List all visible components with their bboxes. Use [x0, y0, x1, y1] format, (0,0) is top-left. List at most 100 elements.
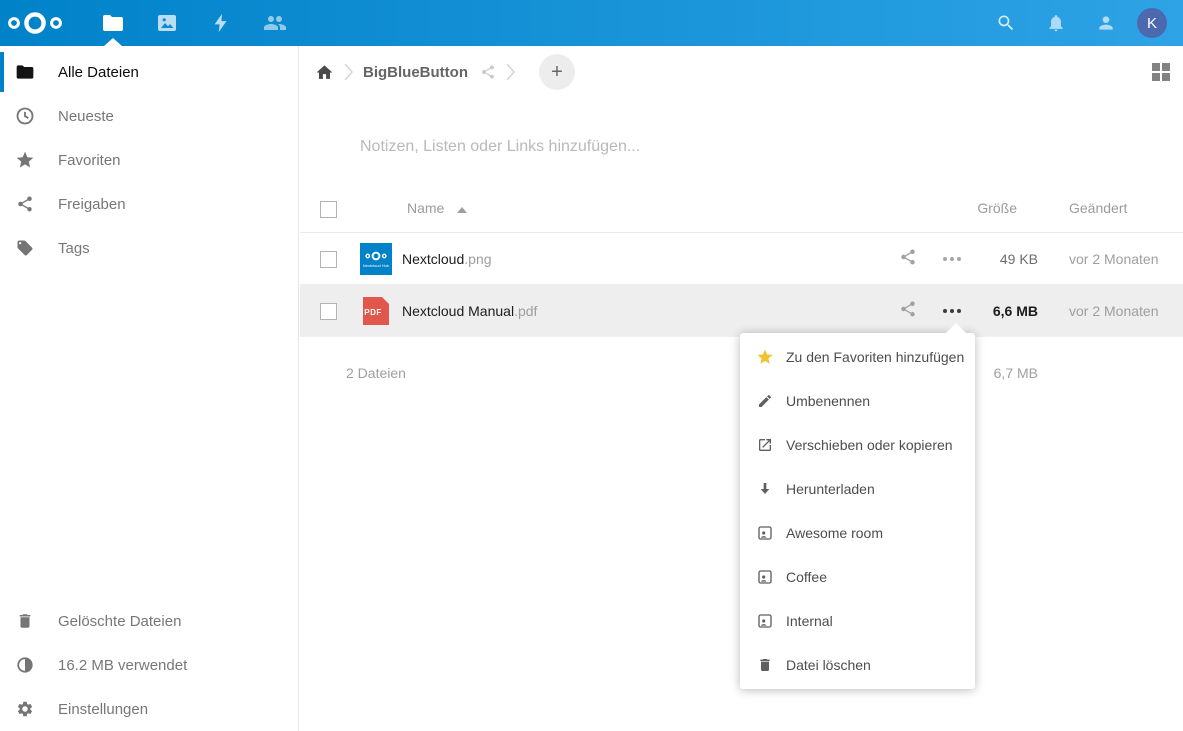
photos-icon	[155, 11, 179, 35]
pencil-icon	[756, 392, 774, 410]
file-row-nextcloud-manual-pdf[interactable]: PDF Nextcloud Manual.pdf 6,6 MB vor 2 Mo…	[300, 285, 1183, 337]
chevron-right-icon	[506, 62, 515, 82]
share-icon[interactable]	[480, 64, 496, 80]
column-header-modified[interactable]: Geändert	[1069, 200, 1127, 216]
share-icon[interactable]	[899, 248, 917, 266]
file-modified: vor 2 Monaten	[1069, 303, 1159, 319]
sidebar-item-label: Tags	[58, 240, 90, 257]
person-icon	[1096, 13, 1116, 33]
bell-icon	[1046, 13, 1066, 33]
menu-item-label: Awesome room	[786, 525, 883, 541]
app-navigation	[86, 0, 302, 46]
column-header-name[interactable]: Name	[407, 200, 444, 216]
sidebar-item-all-files[interactable]: Alle Dateien	[0, 50, 298, 94]
sidebar-item-tags[interactable]: Tags	[0, 226, 298, 270]
menu-item-label: Internal	[786, 613, 833, 629]
row-checkbox[interactable]	[320, 251, 337, 268]
home-icon[interactable]	[315, 63, 334, 82]
column-header-size[interactable]: Größe	[937, 200, 1017, 216]
download-icon	[756, 480, 774, 498]
user-avatar[interactable]: K	[1137, 8, 1167, 38]
grid-view-toggle[interactable]	[1152, 63, 1170, 81]
file-name[interactable]: Nextcloud Manual.pdf	[402, 303, 537, 319]
plus-icon: +	[551, 61, 563, 84]
avatar-initial: K	[1147, 15, 1157, 32]
room-icon	[756, 612, 774, 630]
thumb-caption: Nextcloud Hub	[363, 263, 389, 268]
sidebar-item-favorites[interactable]: Favoriten	[0, 138, 298, 182]
menu-item-coffee-room[interactable]: Coffee	[740, 555, 975, 599]
files-content: BigBlueButton + Name Größe Geändert	[300, 46, 1183, 731]
app-photos[interactable]	[140, 0, 194, 46]
file-row-nextcloud-png[interactable]: Nextcloud Hub Nextcloud.png 49 KB vor 2 …	[300, 233, 1183, 285]
folder-icon	[101, 11, 125, 35]
star-icon	[756, 348, 774, 366]
sidebar-item-deleted-files[interactable]: Gelöschte Dateien	[0, 599, 299, 643]
room-icon	[756, 524, 774, 542]
move-icon	[756, 436, 774, 454]
active-app-notch	[104, 38, 122, 46]
sidebar-item-label: Neueste	[58, 108, 114, 125]
chevron-right-icon	[344, 62, 353, 82]
workspace-notes-input[interactable]	[346, 130, 854, 164]
row-checkbox[interactable]	[320, 303, 337, 320]
menu-item-rename[interactable]: Umbenennen	[740, 379, 975, 423]
topbar-right: K	[981, 0, 1183, 46]
sidebar-item-label: Freigaben	[58, 196, 126, 213]
breadcrumb-current-folder[interactable]: BigBlueButton	[363, 64, 468, 81]
app-files[interactable]	[86, 0, 140, 46]
clock-icon	[14, 105, 36, 127]
rich-workspace	[346, 130, 846, 164]
trash-icon	[14, 610, 36, 632]
sidebar-item-label: Alle Dateien	[58, 64, 139, 81]
grid-icon	[1152, 63, 1170, 81]
folder-icon	[14, 61, 36, 83]
menu-caret	[946, 323, 966, 333]
new-file-button[interactable]: +	[539, 54, 575, 90]
app-activity[interactable]	[194, 0, 248, 46]
menu-item-move-or-copy[interactable]: Verschieben oder kopieren	[740, 423, 975, 467]
sidebar-item-label: Einstellungen	[58, 701, 148, 718]
menu-item-download[interactable]: Herunterladen	[740, 467, 975, 511]
menu-item-awesome-room[interactable]: Awesome room	[740, 511, 975, 555]
sidebar-item-quota[interactable]: 16.2 MB verwendet	[0, 643, 299, 687]
share-icon	[14, 193, 36, 215]
share-icon[interactable]	[899, 300, 917, 318]
app-contacts[interactable]	[248, 0, 302, 46]
file-modified: vor 2 Monaten	[1069, 251, 1159, 267]
file-thumbnail-png: Nextcloud Hub	[360, 243, 392, 275]
menu-item-label: Zu den Favoriten hinzufügen	[786, 349, 964, 365]
menu-item-label: Coffee	[786, 569, 827, 585]
sidebar-item-settings[interactable]: Einstellungen	[0, 687, 299, 731]
room-icon	[756, 568, 774, 586]
file-size: 6,6 MB	[937, 303, 1038, 319]
sidebar-item-label: Gelöschte Dateien	[58, 613, 181, 630]
tag-icon	[14, 237, 36, 259]
menu-item-label: Umbenennen	[786, 393, 870, 409]
pdf-label: PDF	[360, 308, 386, 317]
menu-item-label: Datei löschen	[786, 657, 871, 673]
menu-item-add-to-favorites[interactable]: Zu den Favoriten hinzufügen	[740, 335, 975, 379]
sidebar-item-shares[interactable]: Freigaben	[0, 182, 298, 226]
breadcrumb: BigBlueButton +	[300, 46, 1183, 98]
file-name[interactable]: Nextcloud.png	[402, 251, 492, 267]
lightning-icon	[210, 11, 232, 35]
file-size: 49 KB	[937, 251, 1038, 267]
nextcloud-logo[interactable]	[0, 0, 70, 46]
sidebar-item-label: 16.2 MB verwendet	[58, 657, 187, 674]
sidebar-item-recent[interactable]: Neueste	[0, 94, 298, 138]
contacts-menu-button[interactable]	[1081, 0, 1131, 46]
gear-icon	[14, 698, 36, 720]
sort-ascending-icon[interactable]	[457, 207, 467, 213]
menu-item-label: Verschieben oder kopieren	[786, 437, 953, 453]
menu-item-label: Herunterladen	[786, 481, 875, 497]
menu-item-delete-file[interactable]: Datei löschen	[740, 643, 975, 687]
notifications-button[interactable]	[1031, 0, 1081, 46]
table-header-row: Name Größe Geändert	[300, 186, 1183, 233]
top-bar: K	[0, 0, 1183, 46]
menu-item-internal-room[interactable]: Internal	[740, 599, 975, 643]
sidebar-item-label: Favoriten	[58, 152, 121, 169]
select-all-checkbox[interactable]	[320, 201, 337, 218]
search-button[interactable]	[981, 0, 1031, 46]
file-count: 2 Dateien	[346, 365, 406, 381]
